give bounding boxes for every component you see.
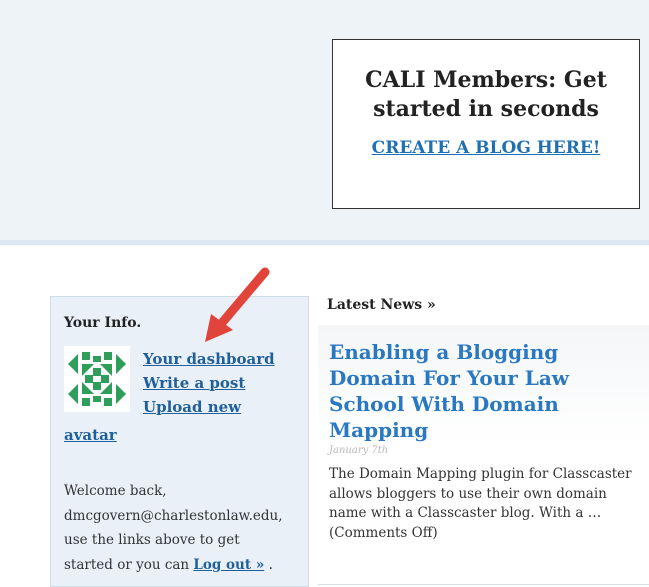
red-arrow-icon (205, 267, 270, 342)
quick-links: Your dashboard Write a post Upload new (143, 347, 275, 419)
promo-heading: CALI Members: Get started in seconds (365, 67, 607, 122)
promo-box: CALI Members: Get started in seconds CRE… (332, 39, 640, 209)
divider (318, 584, 649, 585)
article-title-link[interactable]: Enabling a Blogging Domain For Your Law … (329, 339, 619, 443)
welcome-message: Welcome back, dmcgovern@charlestonlaw.ed… (64, 479, 309, 577)
avatar-icon (64, 346, 130, 412)
identicon-svg (64, 346, 130, 412)
welcome-line: use the links above to get (64, 532, 240, 548)
user-email: dmcgovern@charlestonlaw.edu, (64, 507, 283, 524)
news-article: Enabling a Blogging Domain For Your Law … (318, 325, 649, 587)
dashboard-link[interactable]: Your dashboard (143, 347, 275, 371)
create-blog-link[interactable]: CREATE A BLOG HERE! (372, 138, 601, 158)
welcome-line: started or you can Log out » . (64, 553, 309, 578)
welcome-suffix: . (268, 556, 273, 573)
header-band: CALI Members: Get started in seconds CRE… (0, 0, 649, 245)
write-post-link[interactable]: Write a post (143, 371, 275, 395)
article-date: January 7th (329, 445, 389, 456)
upload-avatar-link-cont[interactable]: avatar (64, 426, 117, 444)
latest-news-label: Latest News » (327, 297, 436, 313)
welcome-line: Welcome back, (64, 483, 167, 499)
panel-title: Your Info. (64, 315, 142, 331)
upload-avatar-link[interactable]: Upload new (143, 395, 275, 419)
welcome-prefix: started or you can (64, 556, 190, 573)
article-excerpt: The Domain Mapping plugin for Classcaste… (329, 466, 632, 541)
logout-link[interactable]: Log out » (193, 557, 264, 573)
